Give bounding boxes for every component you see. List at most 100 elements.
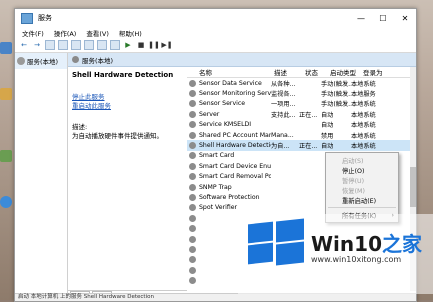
context-menu-item-label: 停止(O) <box>342 167 365 175</box>
cell-name: Server <box>199 110 220 118</box>
watermark-brand-prefix: Win10 <box>311 232 382 256</box>
cell-startup-type: 手动(触发... <box>321 80 351 88</box>
pane-header-label: 服务(本地) <box>82 56 114 65</box>
pane-header: 服务(本地) <box>68 53 416 67</box>
desktop-icon[interactable] <box>0 42 12 54</box>
service-gear-icon <box>189 110 196 118</box>
table-row[interactable]: Shared PC Account Mana...Mana... 禁用 本地系统 <box>187 130 416 140</box>
close-button[interactable]: ✕ <box>394 9 416 27</box>
service-gear-icon <box>189 131 196 139</box>
context-menu-item-label: 恢复(M) <box>342 187 365 195</box>
menu-help[interactable]: 帮助(H) <box>114 28 147 38</box>
service-gear-icon <box>189 173 196 181</box>
desktop-icon[interactable] <box>0 196 12 208</box>
table-row[interactable]: Service KMSELDI 自动 本地系统 <box>187 120 416 130</box>
minimize-button[interactable]: — <box>350 9 372 27</box>
export-list-icon[interactable] <box>84 40 94 50</box>
cell-log-on-as: 本地系统 <box>351 143 376 151</box>
restart-service-icon[interactable]: ▶❚ <box>161 40 172 50</box>
desktop-icon[interactable] <box>0 88 12 100</box>
menu-view[interactable]: 查看(V) <box>81 28 114 38</box>
cell-description: 从各种... <box>271 80 296 88</box>
service-gear-icon <box>189 90 196 98</box>
stop-service-link[interactable]: 停止此服务 <box>72 93 190 102</box>
properties-icon[interactable] <box>58 40 68 50</box>
column-header-status[interactable]: 状态 <box>302 67 327 77</box>
menu-separator <box>328 207 396 208</box>
stop-service-icon[interactable]: ■ <box>136 40 146 50</box>
pause-service-icon[interactable]: ❚❚ <box>148 40 160 50</box>
service-gear-icon <box>189 162 196 170</box>
column-header-description[interactable]: 描述 <box>271 67 302 77</box>
gear-icon <box>72 56 79 63</box>
table-row[interactable]: Sensor Service 一项用... 手动(触发... 本地系统 <box>187 99 416 109</box>
tree-node-label: 服务(本地) <box>27 58 59 66</box>
column-header-startup-type[interactable]: 启动类型 <box>327 67 360 77</box>
context-menu-item: 恢复(M) <box>326 185 398 195</box>
description-text: 为自动播放硬件事件提供通知。 <box>72 132 163 140</box>
cell-startup-type: 自动 <box>321 111 334 119</box>
start-service-icon[interactable]: ▶ <box>123 40 133 50</box>
service-gear-icon <box>189 204 196 212</box>
service-gear-icon <box>189 225 196 233</box>
watermark-brand-accent: 之家 <box>382 232 422 256</box>
watermark-brand: Win10之家 <box>311 228 422 257</box>
restart-service-link[interactable]: 重启动此服务 <box>72 102 190 111</box>
context-menu-item[interactable]: 停止(O) <box>326 165 398 175</box>
help-icon[interactable] <box>97 40 107 50</box>
column-header-log-on-as[interactable]: 登录为 <box>360 67 393 77</box>
show-tree-icon[interactable] <box>45 40 55 50</box>
context-menu-item-label: 重新启动(E) <box>342 197 377 205</box>
cell-status: 正在... <box>299 143 318 151</box>
tree-pane: 服务(本地) <box>15 53 68 301</box>
menu-bar: 文件(F) 操作(A) 查看(V) 帮助(H) <box>15 27 416 38</box>
service-gear-icon <box>189 183 196 191</box>
forward-arrow-icon[interactable]: → <box>32 40 42 50</box>
scrollbar-thumb[interactable] <box>410 167 416 207</box>
cell-startup-type: 禁用 <box>321 132 334 140</box>
windows-logo-icon <box>248 218 304 266</box>
cell-log-on-as: 本地系统 <box>351 111 376 119</box>
table-row[interactable]: Sensor Data Service 从各种... 手动(触发... 本地系统 <box>187 78 416 88</box>
service-gear-icon <box>189 235 196 243</box>
context-menu-item: 启动(S) <box>326 155 398 165</box>
cell-description: 一项用... <box>271 101 296 109</box>
cell-name: Spot Verifier <box>199 204 238 212</box>
cell-name: Sensor Data Service <box>199 79 262 87</box>
title-bar[interactable]: 服务 — ☐ ✕ <box>15 9 416 27</box>
cell-log-on-as: 本地系统 <box>351 80 376 88</box>
service-gear-icon <box>189 152 196 160</box>
menu-action[interactable]: 操作(A) <box>49 28 82 38</box>
column-header-name[interactable]: 名称 <box>187 67 271 77</box>
cell-status: 正在... <box>299 111 318 119</box>
context-menu-item-label: 暂停(U) <box>342 177 365 185</box>
maximize-button[interactable]: ☐ <box>372 9 394 27</box>
cell-name: Shell Hardware Detection <box>199 142 271 150</box>
console-icon[interactable] <box>110 40 120 50</box>
cell-startup-type: 自动 <box>321 143 334 151</box>
cell-name: Smart Card <box>199 152 235 160</box>
service-gear-icon <box>189 100 196 108</box>
back-arrow-icon[interactable]: ← <box>19 40 29 50</box>
context-menu-item-label: 启动(S) <box>342 157 364 165</box>
cell-name: Smart Card Removal Pol... <box>199 173 271 181</box>
cell-name: Service KMSELDI <box>199 121 252 129</box>
cell-name: Smart Card Device Enum... <box>199 162 271 170</box>
menu-file[interactable]: 文件(F) <box>17 28 49 38</box>
cell-description: 监视各... <box>271 91 296 99</box>
tree-node-services-local[interactable]: 服务(本地) <box>15 53 67 69</box>
cell-name: Shared PC Account Mana... <box>199 131 271 139</box>
service-detail-panel: Shell Hardware Detection 停止此服务 重启动此服务 描述… <box>68 67 190 301</box>
cell-log-on-as: 本地服务 <box>351 91 376 99</box>
service-title: Shell Hardware Detection <box>72 71 174 79</box>
desktop-icon[interactable] <box>0 150 12 162</box>
cell-log-on-as: 本地系统 <box>351 122 376 130</box>
service-gear-icon <box>189 245 196 253</box>
refresh-icon[interactable] <box>71 40 81 50</box>
cell-log-on-as: 本地系统 <box>351 101 376 109</box>
list-header: 名称 描述 状态 启动类型 登录为 <box>187 67 416 78</box>
table-row[interactable]: Shell Hardware Detection 为自... 正在... 自动 本地系统 <box>187 140 416 151</box>
table-row[interactable]: Sensor Monitoring Service监视各... 手动(触发...本… <box>187 88 416 98</box>
table-row[interactable]: Server 支持此... 正在... 自动 本地系统 <box>187 109 416 119</box>
context-menu-item[interactable]: 重新启动(E) <box>326 195 398 205</box>
